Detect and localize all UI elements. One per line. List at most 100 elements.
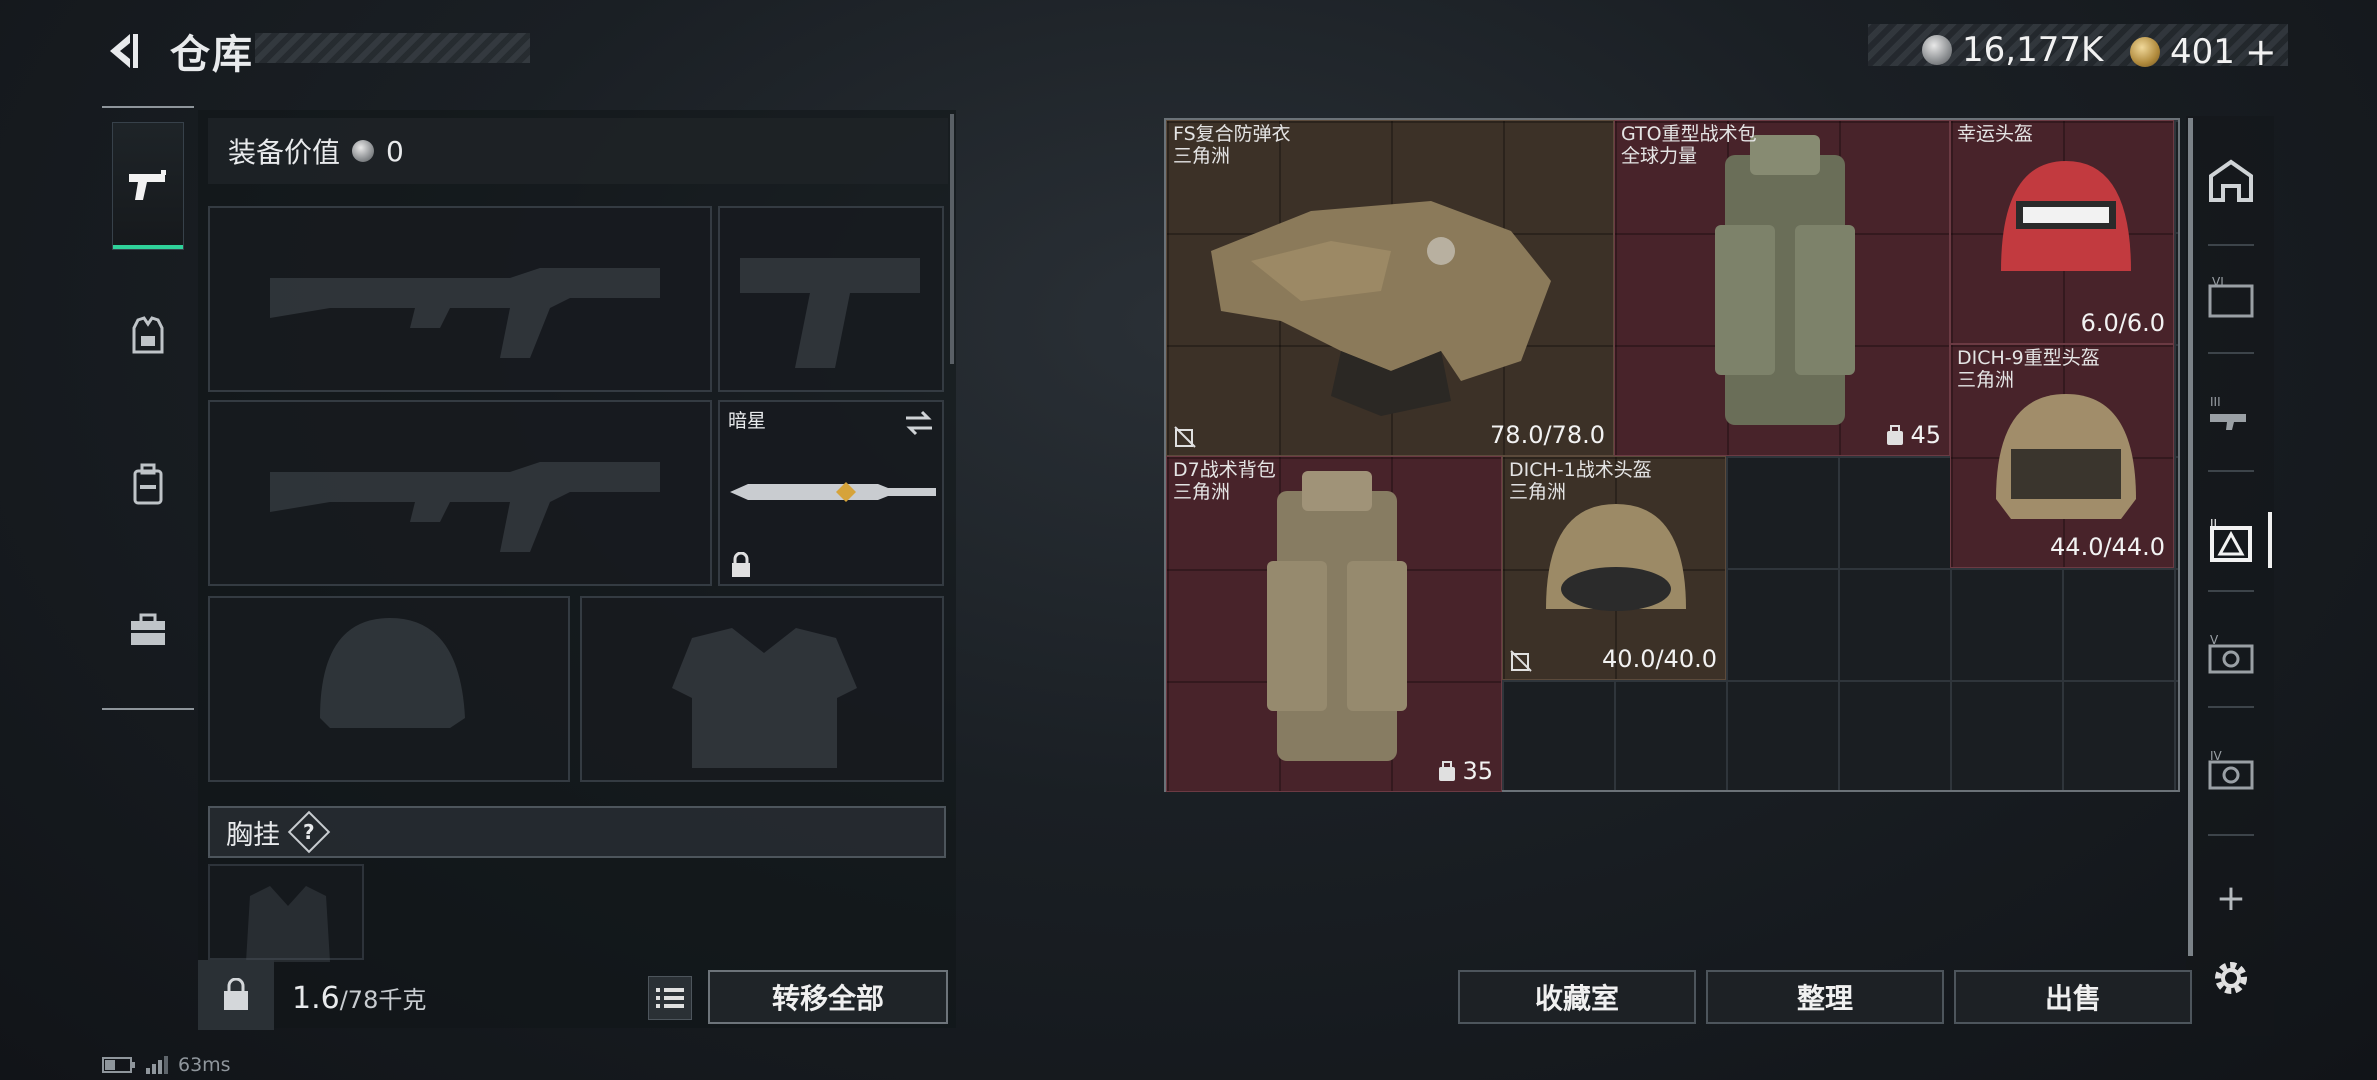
durability: 78.0/78.0 [1490, 421, 1605, 449]
stash-key-icon: V [2208, 633, 2254, 674]
transfer-all-button[interactable]: 转移全部 [708, 970, 948, 1024]
durability: 6.0/6.0 [2080, 309, 2165, 337]
nav-weapons[interactable] [112, 122, 184, 250]
ping: 63ms [178, 1054, 231, 1076]
stash-item[interactable]: 幸运头盔 6.0/6.0 [1950, 120, 2174, 344]
rifle-silhouette-icon [270, 268, 660, 358]
knife-icon [730, 482, 936, 502]
organize-button[interactable]: 整理 [1706, 970, 1944, 1024]
heavy-helmet-image-icon [1996, 394, 2136, 519]
svg-text:II: II [2210, 517, 2217, 531]
gold-coin-icon [2130, 37, 2160, 67]
battery-icon [102, 1057, 135, 1073]
body-armor-image-icon [1211, 201, 1551, 416]
bag-icon [1439, 761, 1456, 781]
silver-coin-icon [1922, 35, 1952, 65]
helmet-slot[interactable] [208, 596, 570, 782]
add-gold-button[interactable]: + [2245, 30, 2277, 74]
rifle-silhouette-icon [270, 462, 660, 552]
stash-item[interactable]: DICH-9重型头盔 三角洲 44.0/44.0 [1950, 344, 2174, 568]
chest-rig-silhouette-icon [246, 886, 330, 962]
item-faction: 三角洲 [1509, 481, 1567, 503]
loadout-scrollbar[interactable] [950, 114, 954, 364]
collection-room-button[interactable]: 收藏室 [1458, 970, 1696, 1024]
backpack-image-icon [1267, 471, 1407, 761]
list-view-button[interactable] [648, 976, 692, 1020]
stash-item[interactable]: GTO重型战术包 全球力量 45 [1614, 120, 1950, 456]
item-faction: 三角洲 [1957, 369, 2015, 391]
durability: 40.0/40.0 [1602, 645, 1717, 673]
bag-icon [1887, 425, 1904, 445]
stash-tab-iv[interactable]: IV [2196, 722, 2266, 818]
chest-rig-slot[interactable] [208, 864, 364, 962]
page-title: 仓库 [170, 32, 254, 78]
nav-armor[interactable] [112, 272, 184, 400]
armor-silhouette-icon [672, 628, 857, 768]
no-repair-icon [1510, 650, 1532, 672]
gear-icon [2215, 962, 2247, 994]
weight-max: /78千克 [339, 986, 427, 1014]
sell-button[interactable]: 出售 [1954, 970, 2192, 1024]
svg-text:III: III [2210, 395, 2221, 409]
stash-grid[interactable]: FS复合防弹衣 三角洲 78.0/78.0 GTO重型战术包 全球力量 45 幸运头… [1164, 118, 2180, 792]
helmet-silhouette-icon [320, 618, 465, 728]
backpack-image-icon [1715, 135, 1855, 425]
stash-tab-iii[interactable]: III [2196, 368, 2266, 464]
item-faction: 全球力量 [1621, 145, 1698, 167]
status-bar: 63ms [102, 1054, 231, 1076]
pistol-icon [129, 170, 166, 200]
pistol-silhouette-icon [740, 258, 920, 368]
stash-rifle-icon: III [2210, 395, 2246, 430]
item-name: 幸运头盔 [1957, 123, 2034, 145]
nav-toolbox[interactable] [112, 566, 184, 694]
stash-item[interactable]: D7战术背包 三角洲 35 [1166, 456, 1502, 792]
svg-text:V: V [2210, 633, 2219, 647]
back-button[interactable] [100, 28, 146, 74]
melee-slot[interactable]: 暗星 [718, 400, 944, 586]
item-name: GTO重型战术包 [1621, 123, 1757, 145]
chest-rig-header: 胸挂 ? [208, 806, 946, 858]
title-decoration [255, 33, 530, 63]
capacity: 45 [1886, 421, 1941, 449]
helmet-image-icon [2001, 161, 2131, 271]
toolbox-icon [131, 613, 165, 645]
nav-backpack[interactable] [112, 420, 184, 548]
equipment-value-label: 装备价值 [228, 136, 341, 169]
stash-box-icon: VI [2208, 276, 2254, 318]
stash-item[interactable]: FS复合防弹衣 三角洲 78.0/78.0 [1166, 120, 1614, 456]
stash-armor-icon: II [2210, 517, 2252, 562]
stash-item[interactable]: DICH-1战术头盔 三角洲 40.0/40.0 [1502, 456, 1726, 680]
silver-currency[interactable]: 16,177K [1922, 30, 2103, 70]
item-name: D7战术背包 [1173, 459, 1276, 481]
settings-button[interactable] [2196, 930, 2266, 1026]
equipment-value: 0 [386, 134, 404, 168]
signal-icon [146, 1056, 168, 1074]
no-repair-icon [1174, 426, 1196, 448]
silver-coin-icon [352, 140, 375, 162]
primary-weapon-slot[interactable] [208, 206, 712, 392]
gold-amount: 401 [2170, 32, 2235, 72]
stash-tab-vi[interactable]: VI [2196, 250, 2266, 346]
item-faction: 三角洲 [1173, 145, 1231, 167]
pistol-slot[interactable] [718, 206, 944, 392]
melee-name: 暗星 [728, 410, 767, 432]
stash-tab-v[interactable]: V [2196, 606, 2266, 702]
weight-current: 1.6 [292, 981, 340, 1016]
stash-tab-ii[interactable]: II [2196, 492, 2272, 588]
stash-safe-icon: IV [2208, 749, 2254, 790]
item-faction: 三角洲 [1173, 481, 1231, 503]
armor-slot[interactable] [580, 596, 944, 782]
home-icon [2209, 159, 2253, 202]
durability: 44.0/44.0 [2050, 533, 2165, 561]
lock-button[interactable] [198, 960, 274, 1030]
gold-currency[interactable]: 401 + [2130, 30, 2277, 74]
secondary-weapon-slot[interactable] [208, 400, 712, 586]
silver-amount: 16,177K [1962, 30, 2104, 70]
stash-tab-home[interactable] [2196, 132, 2266, 228]
backpack-icon [133, 463, 163, 505]
weight-lock-icon [224, 978, 248, 1010]
stash-scrollbar[interactable] [2188, 118, 2193, 956]
carry-weight: 1.6/78千克 [292, 980, 426, 1016]
swap-icon[interactable] [904, 410, 934, 436]
help-icon[interactable]: ? [287, 810, 331, 854]
